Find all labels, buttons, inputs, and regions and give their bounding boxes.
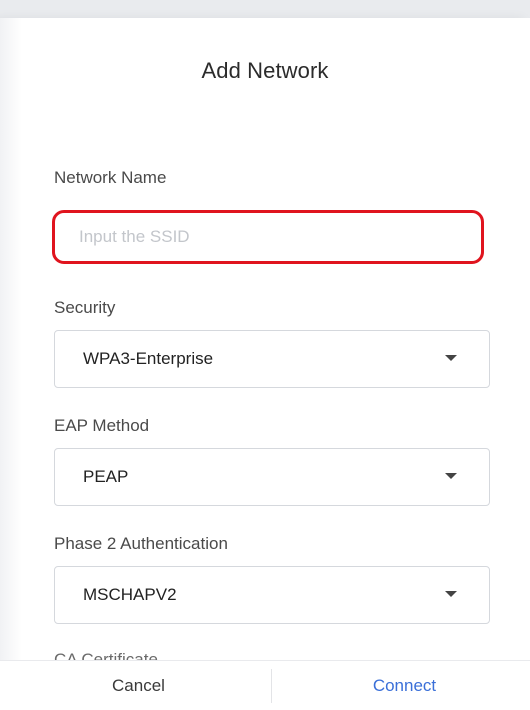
caret-down-icon xyxy=(445,591,457,597)
connect-button[interactable]: Connect xyxy=(272,661,530,710)
cancel-button[interactable]: Cancel xyxy=(6,661,271,710)
security-select-value: WPA3-Enterprise xyxy=(83,349,214,368)
network-name-label: Network Name xyxy=(54,168,167,187)
eap-method-select[interactable]: PEAP xyxy=(54,448,490,506)
background-strip xyxy=(0,0,530,18)
caret-down-icon xyxy=(445,473,457,479)
eap-method-label: EAP Method xyxy=(54,416,150,435)
caret-down-icon xyxy=(445,355,457,361)
security-label: Security xyxy=(54,298,116,317)
phase2-authentication-select[interactable]: MSCHAPV2 xyxy=(54,566,490,624)
phase2-select-value: MSCHAPV2 xyxy=(83,585,177,604)
network-name-input[interactable] xyxy=(52,210,484,264)
dialog-title: Add Network xyxy=(201,58,329,83)
add-network-dialog: Add Network Network Name Security WPA3-E… xyxy=(0,18,530,710)
phase2-authentication-label: Phase 2 Authentication xyxy=(54,534,228,553)
eap-method-select-value: PEAP xyxy=(83,467,129,486)
security-select[interactable]: WPA3-Enterprise xyxy=(54,330,490,388)
dialog-footer: Cancel Connect xyxy=(0,660,530,710)
